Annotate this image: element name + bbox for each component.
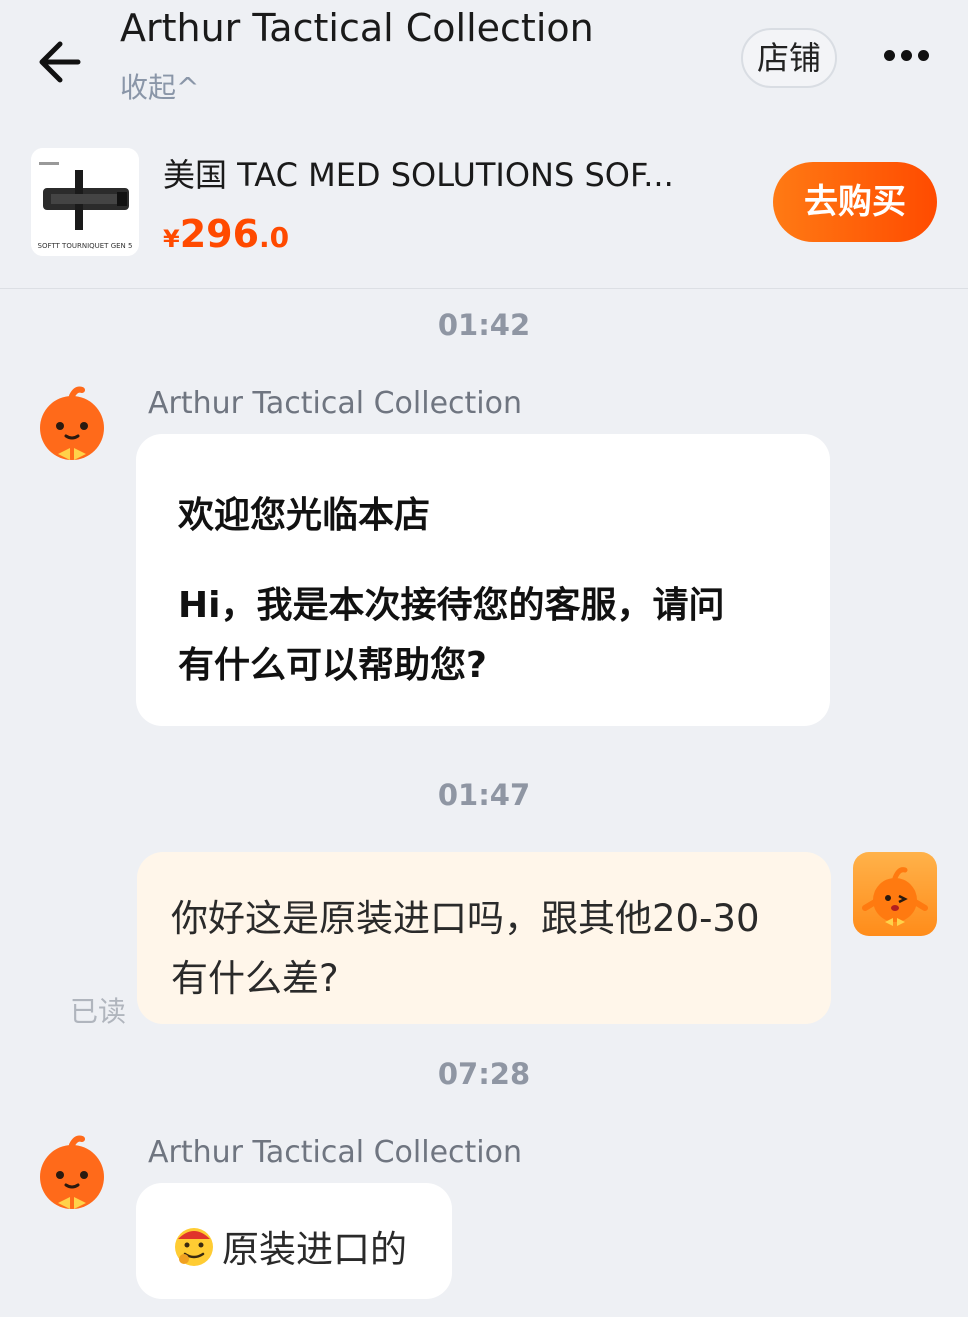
message-bubble-incoming[interactable]: 原装进口的 — [136, 1183, 452, 1299]
user-avatar[interactable] — [853, 852, 937, 936]
message-line: Hi，我是本次接待您的客服，请问 — [178, 585, 725, 626]
price-decimal: .0 — [259, 221, 290, 254]
product-name[interactable]: 美国 TAC MED SOLUTIONS SOF... — [163, 150, 674, 196]
message-bubble-outgoing[interactable]: 你好这是原装进口吗，跟其他20-30 有什么差? — [137, 852, 831, 1024]
buy-button[interactable]: 去购买 — [773, 162, 937, 242]
product-card[interactable]: SOFTT TOURNIQUET GEN 5 美国 TAC MED SOLUTI… — [0, 138, 968, 289]
shop-avatar[interactable] — [30, 384, 114, 468]
product-thumbnail[interactable]: SOFTT TOURNIQUET GEN 5 — [31, 148, 139, 256]
collapse-toggle[interactable]: 收起^ — [120, 66, 199, 106]
message-line: 欢迎您光临本店 — [178, 495, 431, 536]
shop-avatar[interactable] — [30, 1133, 114, 1217]
back-arrow-icon[interactable] — [34, 36, 94, 88]
message-line: 你好这是原装进口吗，跟其他20-30 — [171, 897, 760, 940]
price-integer: 296 — [179, 212, 260, 256]
sender-name: Arthur Tactical Collection — [148, 386, 522, 421]
read-status: 已读 — [70, 995, 127, 1028]
store-button[interactable]: 店铺 — [741, 28, 837, 88]
chat-header: Arthur Tactical Collection 收起^ 店铺 — [0, 0, 968, 130]
timestamp: 01:47 — [437, 778, 531, 812]
message-bubble-incoming[interactable]: 欢迎您光临本店 Hi，我是本次接待您的客服，请问 有什么可以帮助您? — [136, 434, 830, 726]
message-line: 有什么差? — [171, 957, 339, 1000]
more-dots-icon[interactable] — [884, 46, 940, 68]
thumbnail-caption: SOFTT TOURNIQUET GEN 5 — [38, 242, 133, 250]
price-currency: ¥ — [163, 225, 180, 253]
product-price: ¥296.0 — [163, 212, 289, 256]
page-title: Arthur Tactical Collection — [120, 6, 594, 50]
thinking-face-icon — [170, 1221, 218, 1269]
sender-name: Arthur Tactical Collection — [148, 1135, 522, 1170]
message-text: 原装进口的 — [222, 1228, 407, 1271]
message-line: 有什么可以帮助您? — [178, 645, 487, 686]
timestamp: 01:42 — [437, 308, 531, 342]
timestamp: 07:28 — [437, 1057, 531, 1091]
